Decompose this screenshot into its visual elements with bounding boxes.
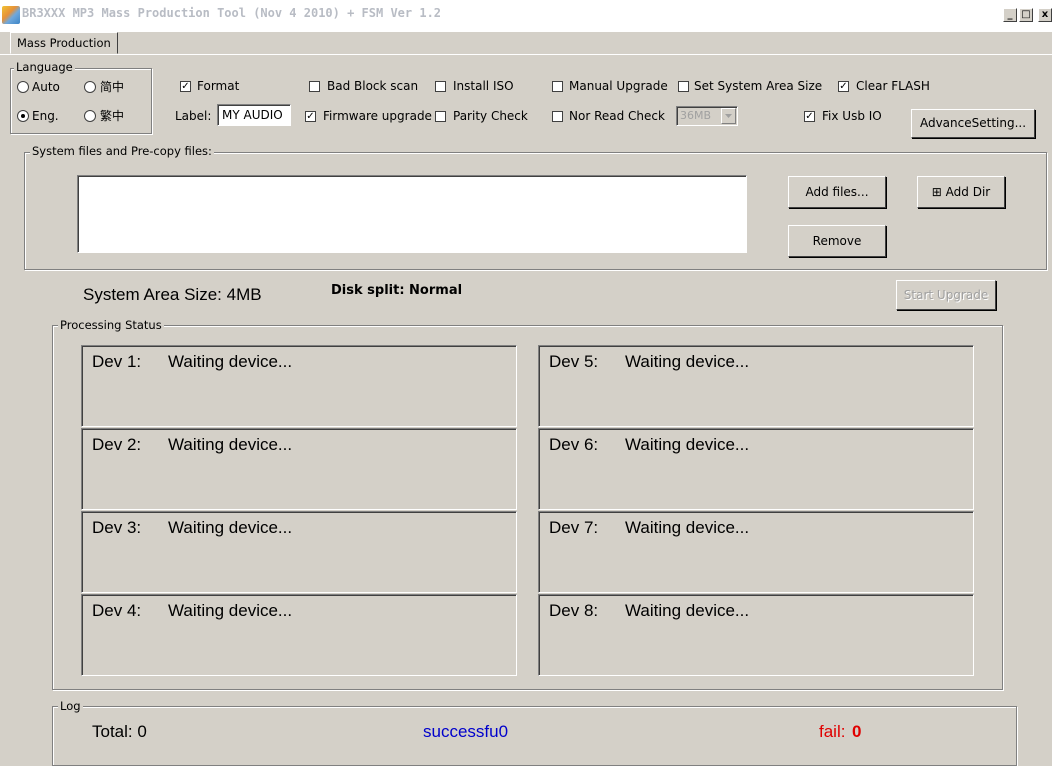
set-system-area-size-checkbox[interactable] bbox=[678, 81, 689, 92]
device-status: Waiting device... bbox=[168, 435, 293, 454]
device-status: Waiting device... bbox=[625, 518, 750, 537]
tab-mass-production[interactable]: Mass Production bbox=[10, 32, 118, 54]
install-iso-checkbox[interactable] bbox=[435, 81, 446, 92]
device-name: Dev 6: bbox=[549, 435, 599, 454]
format-checkbox[interactable]: ✓ bbox=[180, 81, 191, 92]
fix-usb-io-label[interactable]: Fix Usb IO bbox=[822, 109, 882, 123]
nor-read-check-label[interactable]: Nor Read Check bbox=[569, 109, 665, 123]
size-select-value: 36MB bbox=[680, 109, 712, 122]
format-label[interactable]: Format bbox=[197, 79, 239, 93]
language-group-label: Language bbox=[14, 60, 75, 74]
firmware-upgrade-checkbox[interactable]: ✓ bbox=[305, 111, 316, 122]
window-title: BR3XXX MP3 Mass Production Tool (Nov 4 2… bbox=[22, 6, 442, 20]
manual-upgrade-label[interactable]: Manual Upgrade bbox=[569, 79, 668, 93]
tab-divider bbox=[0, 54, 1052, 55]
log-fail-label: fail: bbox=[819, 722, 846, 741]
folder-tree-icon: ⊞ bbox=[931, 185, 942, 199]
disk-split-text: Disk split: Normal bbox=[331, 283, 463, 298]
add-files-button[interactable]: Add files... bbox=[788, 176, 886, 208]
parity-check-checkbox[interactable] bbox=[435, 111, 446, 122]
device-slot-4: Dev 4: Waiting device... bbox=[81, 594, 517, 676]
system-files-list[interactable] bbox=[77, 175, 747, 253]
install-iso-label[interactable]: Install ISO bbox=[453, 79, 514, 93]
device-name: Dev 5: bbox=[549, 352, 599, 371]
log-group-label: Log bbox=[58, 699, 83, 713]
radio-traditional-chinese[interactable] bbox=[84, 110, 96, 122]
manual-upgrade-checkbox[interactable] bbox=[552, 81, 563, 92]
device-name: Dev 8: bbox=[549, 601, 599, 620]
clear-flash-checkbox[interactable]: ✓ bbox=[838, 81, 849, 92]
device-name: Dev 7: bbox=[549, 518, 599, 537]
device-status: Waiting device... bbox=[168, 518, 293, 537]
device-name: Dev 4: bbox=[92, 601, 142, 620]
radio-simplified-chinese[interactable] bbox=[84, 81, 96, 93]
bad-block-scan-checkbox[interactable] bbox=[309, 81, 320, 92]
device-name: Dev 2: bbox=[92, 435, 142, 454]
radio-auto[interactable] bbox=[17, 81, 29, 93]
device-status: Waiting device... bbox=[168, 352, 293, 371]
device-status: Waiting device... bbox=[625, 601, 750, 620]
fix-usb-io-checkbox[interactable]: ✓ bbox=[804, 111, 815, 122]
parity-check-label[interactable]: Parity Check bbox=[453, 109, 528, 123]
device-name: Dev 3: bbox=[92, 518, 142, 537]
log-group bbox=[52, 706, 1017, 766]
radio-english-label[interactable]: Eng. bbox=[32, 109, 59, 123]
device-status: Waiting device... bbox=[168, 601, 293, 620]
radio-simplified-chinese-label[interactable]: 简中 bbox=[100, 80, 124, 94]
nor-read-check-checkbox[interactable] bbox=[552, 111, 563, 122]
device-slot-7: Dev 7: Waiting device... bbox=[538, 511, 974, 593]
add-dir-button[interactable]: ⊞ Add Dir bbox=[917, 176, 1005, 208]
system-files-group-label: System files and Pre-copy files: bbox=[30, 144, 214, 158]
volume-label-input[interactable]: MY AUDIO bbox=[217, 104, 291, 126]
add-dir-label: Add Dir bbox=[945, 185, 991, 199]
device-slot-6: Dev 6: Waiting device... bbox=[538, 428, 974, 510]
radio-traditional-chinese-label[interactable]: 繁中 bbox=[100, 109, 124, 123]
remove-button[interactable]: Remove bbox=[788, 225, 886, 257]
start-upgrade-button[interactable]: Start Upgrade bbox=[896, 280, 996, 310]
device-slot-5: Dev 5: Waiting device... bbox=[538, 345, 974, 427]
firmware-upgrade-label[interactable]: Firmware upgrade bbox=[323, 109, 432, 123]
bad-block-scan-label[interactable]: Bad Block scan bbox=[327, 79, 418, 93]
advance-setting-button[interactable]: AdvanceSetting... bbox=[911, 109, 1035, 138]
device-slot-3: Dev 3: Waiting device... bbox=[81, 511, 517, 593]
minimize-button[interactable]: _ bbox=[1003, 8, 1017, 22]
processing-status-group-label: Processing Status bbox=[58, 318, 164, 332]
device-slot-1: Dev 1: Waiting device... bbox=[81, 345, 517, 427]
size-select[interactable]: 36MB bbox=[676, 106, 738, 126]
volume-label-caption: Label: bbox=[175, 109, 212, 123]
device-slot-2: Dev 2: Waiting device... bbox=[81, 428, 517, 510]
device-slot-8: Dev 8: Waiting device... bbox=[538, 594, 974, 676]
set-system-area-size-label[interactable]: Set System Area Size bbox=[694, 79, 822, 93]
log-total: Total: 0 bbox=[92, 722, 147, 741]
device-status: Waiting device... bbox=[625, 435, 750, 454]
volume-label-value: MY AUDIO bbox=[222, 108, 283, 122]
radio-english[interactable] bbox=[17, 110, 29, 122]
app-icon bbox=[2, 6, 20, 24]
device-status: Waiting device... bbox=[625, 352, 750, 371]
language-group bbox=[10, 68, 152, 134]
log-success: successfu0 bbox=[423, 722, 509, 741]
device-name: Dev 1: bbox=[92, 352, 142, 371]
maximize-button[interactable]: □ bbox=[1019, 8, 1033, 22]
size-select-arrow[interactable] bbox=[721, 108, 736, 124]
radio-auto-label[interactable]: Auto bbox=[32, 80, 60, 94]
close-button[interactable]: x bbox=[1038, 8, 1052, 22]
log-fail-value: 0 bbox=[852, 722, 862, 741]
system-area-size-text: System Area Size: 4MB bbox=[83, 285, 262, 304]
clear-flash-label[interactable]: Clear FLASH bbox=[856, 79, 930, 93]
title-bar[interactable]: BR3XXX MP3 Mass Production Tool (Nov 4 2… bbox=[0, 0, 1052, 32]
chevron-down-icon bbox=[725, 114, 732, 118]
